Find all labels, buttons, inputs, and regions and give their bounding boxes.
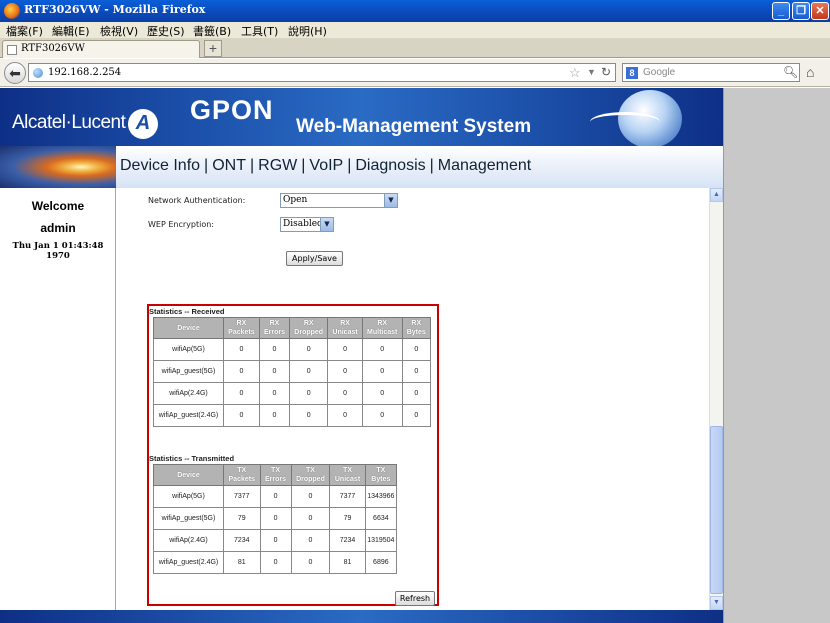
- network-auth-select[interactable]: Open ▼: [280, 193, 398, 208]
- transmitted-table: Device TX Packets TX Errors TX Dropped T…: [153, 464, 398, 574]
- tx-header-device: Device: [153, 464, 224, 486]
- page-viewport: Alcatel·Lucent A GPON Web-Management Sys…: [0, 88, 723, 610]
- chevron-down-icon: ▼: [320, 218, 333, 231]
- bookmark-star-icon[interactable]: ☆: [569, 65, 581, 81]
- username: admin: [40, 221, 76, 235]
- browser-tab[interactable]: RTF3026VW: [2, 40, 200, 58]
- received-table: Device RX Packets RX Errors RX Dropped R…: [153, 317, 432, 427]
- nav-diagnosis[interactable]: Diagnosis: [355, 157, 425, 174]
- menu-edit[interactable]: 編輯(E): [52, 23, 90, 39]
- table-row: wifiAp(2.4G) 7234 0 0 7234 1319504: [153, 529, 398, 552]
- table-row: wifiAp_guest(2.4G) 0 0 0 0 0 0: [153, 404, 432, 427]
- received-title: Statistics -- Received: [149, 307, 225, 316]
- table-row: wifiAp_guest(2.4G) 81 0 0 81 6896: [153, 551, 398, 574]
- rx-header-unicast: RX Unicast: [327, 317, 363, 339]
- alcatel-logo-icon: A: [128, 109, 158, 139]
- tab-label: RTF3026VW: [21, 43, 85, 54]
- chevron-down-icon: ▼: [384, 194, 397, 207]
- nav-device-info[interactable]: Device Info: [120, 157, 200, 174]
- search-icon[interactable]: 🔍︎: [783, 65, 798, 79]
- table-row: wifiAp(2.4G) 0 0 0 0 0 0: [153, 382, 432, 405]
- table-row: wifiAp_guest(5G) 0 0 0 0 0 0: [153, 360, 432, 383]
- nav-management[interactable]: Management: [438, 157, 531, 174]
- system-datetime: Thu Jan 1 01:43:48 1970: [12, 241, 104, 261]
- wep-encryption-label: WEP Encryption:: [148, 220, 214, 229]
- sidebar-graphic: [0, 146, 116, 188]
- scroll-thumb[interactable]: [710, 426, 723, 594]
- sidebar: Welcome admin Thu Jan 1 01:43:48 1970: [0, 146, 116, 610]
- rx-header-packets: RX Packets: [223, 317, 260, 339]
- tx-header-unicast: TX Unicast: [329, 464, 366, 486]
- apply-save-button[interactable]: Apply/Save: [286, 251, 343, 266]
- rx-header-dropped: RX Dropped: [289, 317, 329, 339]
- banner-title: GPON: [190, 95, 274, 125]
- transmitted-title: Statistics -- Transmitted: [149, 454, 235, 463]
- scroll-down-icon[interactable]: ▼: [710, 596, 723, 610]
- tx-header-bytes: TX Bytes: [364, 464, 398, 486]
- navigation-bar: ⬅ 192.168.2.254 ☆ ▼ ↻ 8 Google 🔍︎ ⌂: [0, 59, 830, 87]
- vertical-scrollbar[interactable]: ▲ ▼: [709, 188, 723, 610]
- main-nav: Device Info | ONT | RGW | VoIP | Diagnosis | Manag…: [116, 146, 723, 188]
- refresh-button[interactable]: Refresh: [395, 591, 435, 606]
- globe-icon: [33, 68, 43, 78]
- wep-encryption-select[interactable]: Disabled ▼: [280, 217, 334, 232]
- url-bar[interactable]: 192.168.2.254 ☆ ▼ ↻: [28, 63, 616, 82]
- main-content: Network Authentication: Open ▼ WEP Encry…: [116, 188, 710, 610]
- tx-header-packets: TX Packets: [223, 464, 261, 486]
- menu-file[interactable]: 檔案(F): [6, 23, 43, 39]
- browser-background: [723, 88, 830, 623]
- window-titlebar: RTF3026VW - Mozilla Firefox _ ❐ ✕: [0, 0, 830, 22]
- scroll-up-icon[interactable]: ▲: [710, 188, 723, 202]
- search-placeholder: Google: [643, 67, 676, 78]
- close-button[interactable]: ✕: [811, 2, 829, 20]
- menu-view[interactable]: 檢視(V): [100, 23, 138, 39]
- rx-header-bytes: RX Bytes: [401, 317, 432, 339]
- menu-help[interactable]: 說明(H): [288, 23, 327, 39]
- rx-header-device: Device: [153, 317, 224, 339]
- tx-header-dropped: TX Dropped: [290, 464, 331, 486]
- rx-header-multicast: RX Multicast: [361, 317, 403, 339]
- nav-ont[interactable]: ONT: [212, 157, 246, 174]
- globe-graphic-icon: [590, 90, 682, 148]
- network-auth-label: Network Authentication:: [148, 196, 246, 205]
- search-input[interactable]: 8 Google 🔍︎: [622, 63, 800, 82]
- firefox-logo-icon: [4, 3, 20, 19]
- table-row: wifiAp(5G) 7377 0 0 7377 1343966: [153, 485, 398, 508]
- menu-history[interactable]: 歷史(S): [147, 23, 185, 39]
- nav-rgw[interactable]: RGW: [258, 157, 297, 174]
- tx-header-errors: TX Errors: [259, 464, 292, 486]
- reload-icon[interactable]: ↻: [601, 65, 611, 79]
- rx-header-errors: RX Errors: [258, 317, 291, 339]
- search-engine-icon[interactable]: 8: [626, 67, 638, 79]
- new-tab-button[interactable]: +: [204, 40, 222, 57]
- table-row: wifiAp_guest(5G) 79 0 0 79 6634: [153, 507, 398, 530]
- home-icon[interactable]: ⌂: [806, 64, 814, 80]
- back-arrow-icon[interactable]: ⬅: [4, 62, 26, 84]
- brand-name: Alcatel·Lucent: [12, 112, 126, 133]
- welcome-text: Welcome: [31, 199, 85, 213]
- minimize-button[interactable]: _: [772, 2, 790, 20]
- page-icon: [7, 45, 17, 55]
- menu-bar: 檔案(F) 編輯(E) 檢視(V) 歷史(S) 書籤(B) 工具(T) 說明(H…: [0, 22, 830, 38]
- menu-tools[interactable]: 工具(T): [241, 23, 278, 39]
- menu-bookmarks[interactable]: 書籤(B): [193, 23, 231, 39]
- table-row: wifiAp(5G) 0 0 0 0 0 0: [153, 338, 432, 361]
- footer-bar: [0, 610, 723, 623]
- maximize-button[interactable]: ❐: [792, 2, 810, 20]
- nav-voip[interactable]: VoIP: [309, 157, 343, 174]
- header-banner: Alcatel·Lucent A GPON Web-Management Sys…: [0, 88, 723, 148]
- dropdown-arrow-icon[interactable]: ▼: [587, 67, 596, 77]
- statistics-panel: Statistics -- Received Device RX Packets…: [147, 304, 439, 606]
- tab-bar: RTF3026VW +: [0, 38, 830, 58]
- banner-subtitle: Web-Management System: [296, 116, 532, 137]
- window-title: RTF3026VW - Mozilla Firefox: [24, 3, 206, 16]
- url-text: 192.168.2.254: [48, 67, 122, 78]
